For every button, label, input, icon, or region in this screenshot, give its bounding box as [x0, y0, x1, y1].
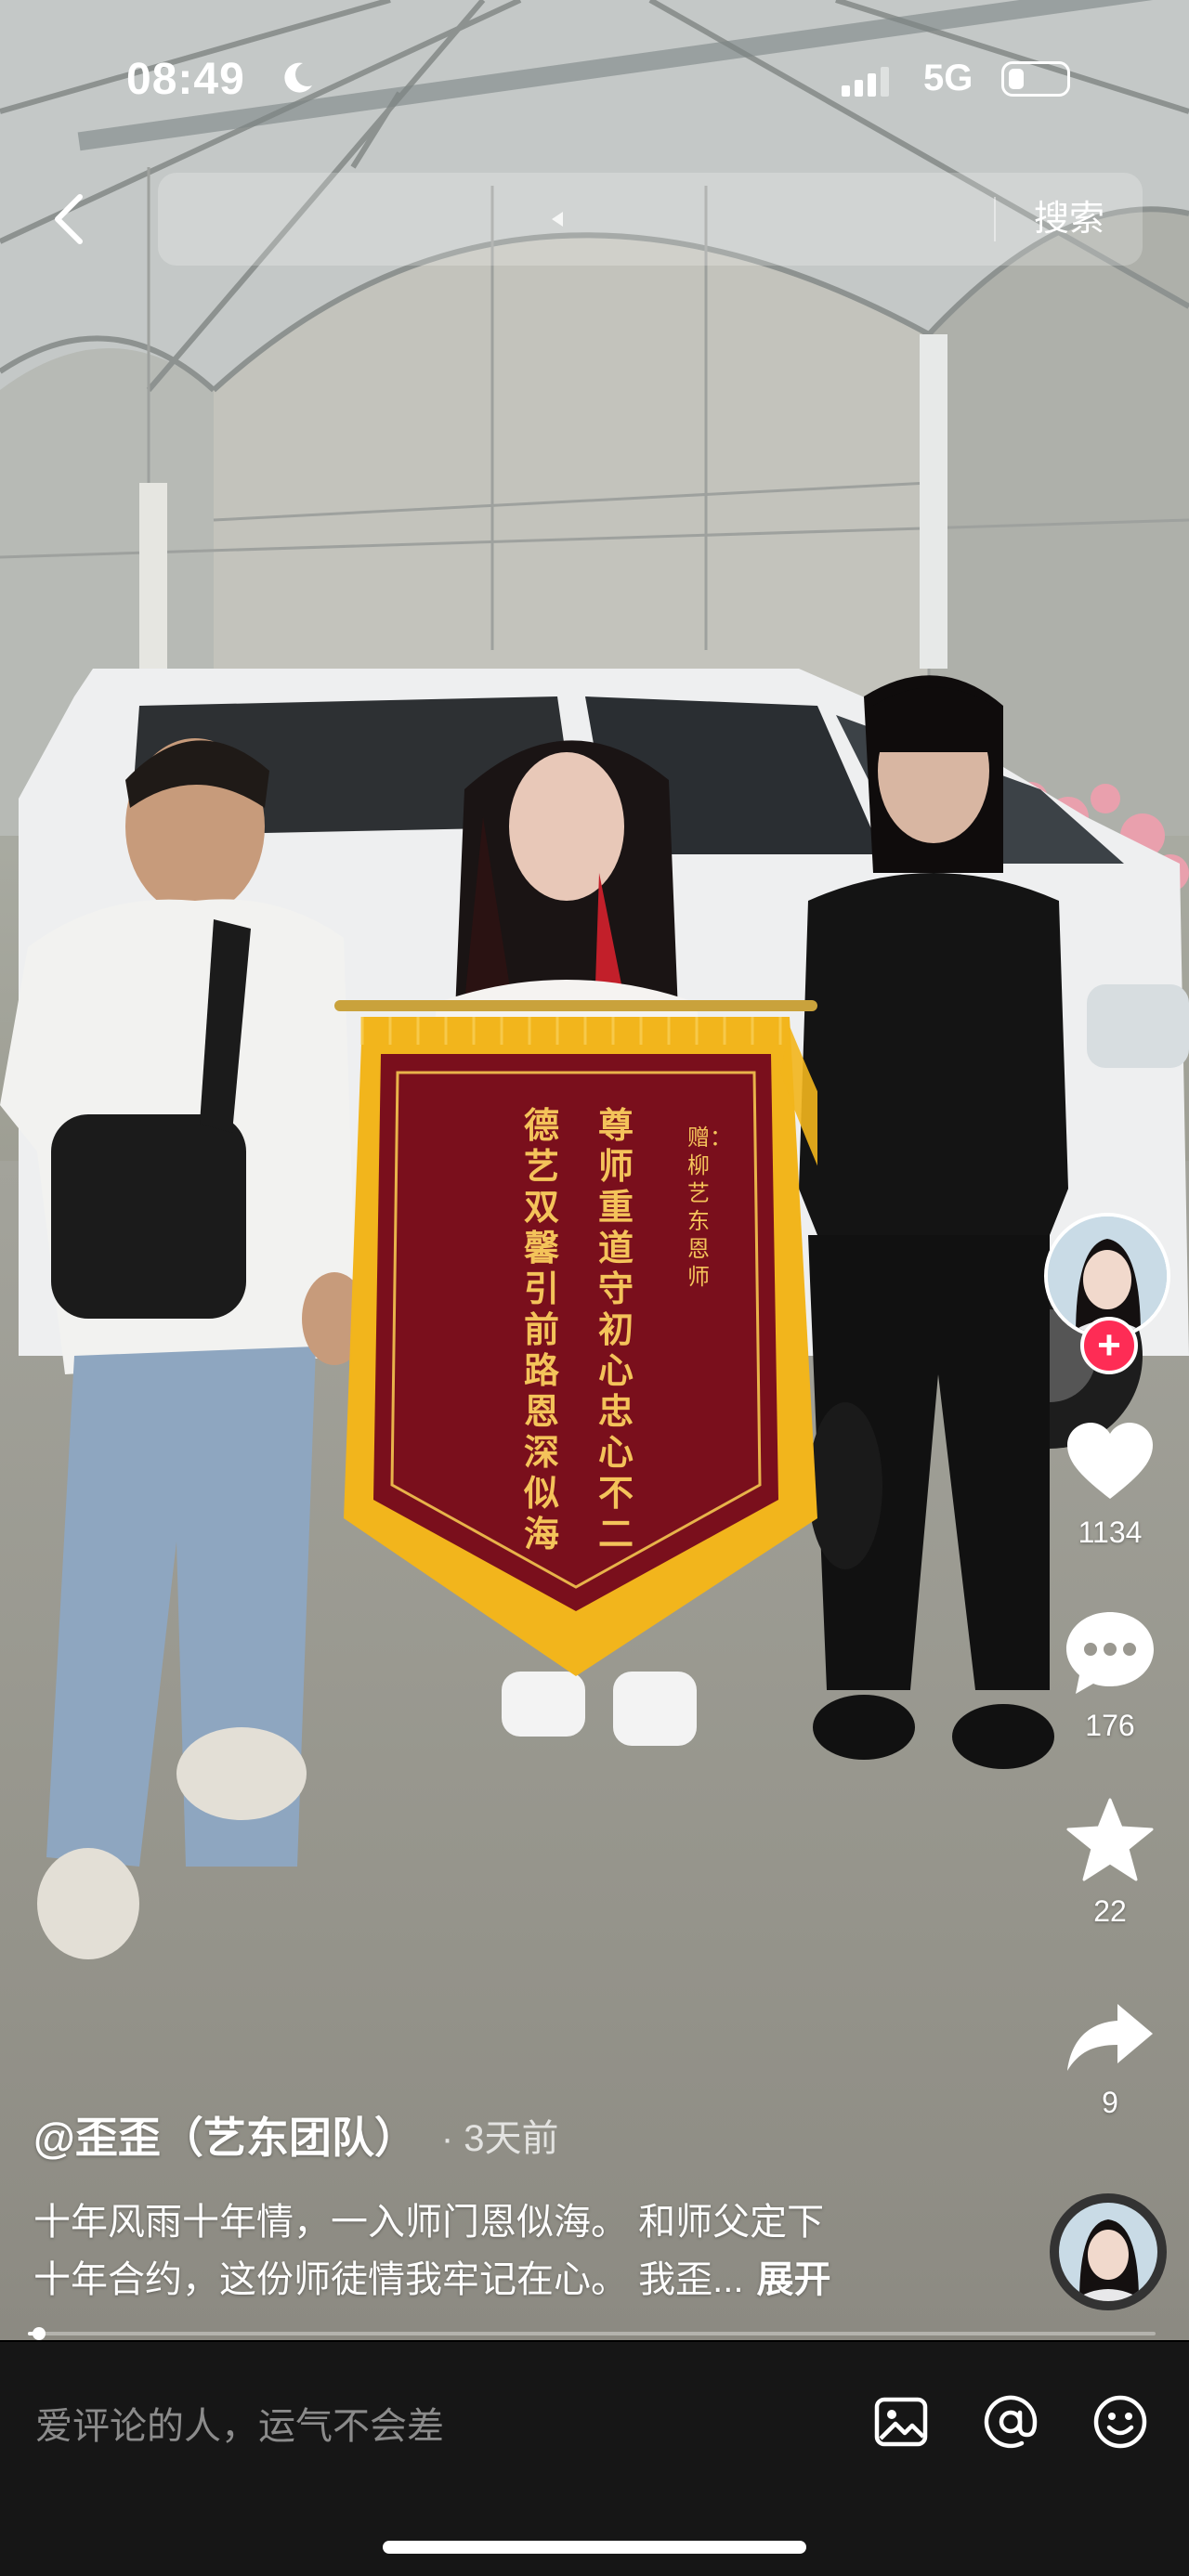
heart-icon	[1067, 1423, 1153, 1499]
author-name[interactable]: @歪歪（艺东团队）	[33, 2104, 417, 2166]
comment-action[interactable]: 176	[1050, 1610, 1170, 1743]
woman-right-figure	[799, 675, 1068, 1769]
honor-banner	[334, 1000, 817, 1676]
star-icon	[1066, 1798, 1154, 1881]
comment-count: 176	[1085, 1709, 1135, 1742]
favorite-count: 22	[1093, 1894, 1127, 1928]
comment-input[interactable]: 爱评论的人，运气不会差	[35, 2396, 444, 2450]
search-button[interactable]: 搜索	[1000, 186, 1139, 253]
banner-recipient: 赠：柳艺东恩师	[687, 1125, 732, 1290]
video-player[interactable]: 赠：柳艺东恩师 尊师重道守初心忠心不二 德艺双馨引前路恩深似海	[0, 0, 1189, 2340]
status-time: 08:49	[126, 55, 245, 104]
share-count: 9	[1102, 2086, 1118, 2119]
at-icon[interactable]	[981, 2392, 1040, 2452]
music-disc[interactable]	[1050, 2193, 1167, 2310]
moon-icon	[284, 62, 312, 93]
caption-line-1: 十年风雨十年情，一入师门恩似海。 和师父定下	[33, 2202, 825, 2243]
caption-line-2: 十年合约，这份师徒情我牢记在心。 我歪... 展开	[33, 2251, 944, 2309]
home-indicator[interactable]	[383, 2541, 806, 2554]
signal-icon	[842, 67, 889, 97]
search-bar-marker-icon	[552, 212, 563, 227]
comment-icon	[1066, 1612, 1154, 1694]
chevron-left-icon[interactable]	[43, 191, 98, 247]
post-meta: @歪歪（艺东团队） · 3天前	[33, 2102, 559, 2167]
post-caption[interactable]: 十年风雨十年情，一入师门恩似海。 和师父定下 十年合约，这份师徒情我牢记在心。 …	[33, 2193, 944, 2309]
emoji-icon[interactable]	[1091, 2392, 1150, 2452]
like-action[interactable]: 1134	[1050, 1421, 1170, 1550]
post-time: · 3天前	[440, 2118, 559, 2159]
expand-button[interactable]: 展开	[756, 2259, 830, 2300]
video-progress[interactable]	[28, 2327, 1156, 2340]
battery-icon	[1001, 61, 1070, 97]
caption-line-2-text: 十年合约，这份师徒情我牢记在心。 我歪...	[33, 2259, 744, 2300]
favorite-action[interactable]: 22	[1050, 1798, 1170, 1929]
share-icon	[1067, 2004, 1153, 2071]
share-action[interactable]: 9	[1050, 2002, 1170, 2120]
network-type: 5G	[923, 58, 973, 98]
like-count: 1134	[1078, 1516, 1143, 1549]
image-icon[interactable]	[871, 2392, 931, 2452]
status-bar: 08:49 5G	[0, 0, 1189, 158]
music-disc-image	[1059, 2203, 1157, 2301]
banner-line1: 尊师重道守初心忠心不二	[598, 1104, 634, 1555]
banner-line2: 德艺双馨引前路恩深似海	[524, 1104, 560, 1555]
follow-button[interactable]: +	[1080, 1317, 1138, 1374]
search-divider	[994, 197, 996, 241]
man-figure	[0, 738, 367, 1959]
